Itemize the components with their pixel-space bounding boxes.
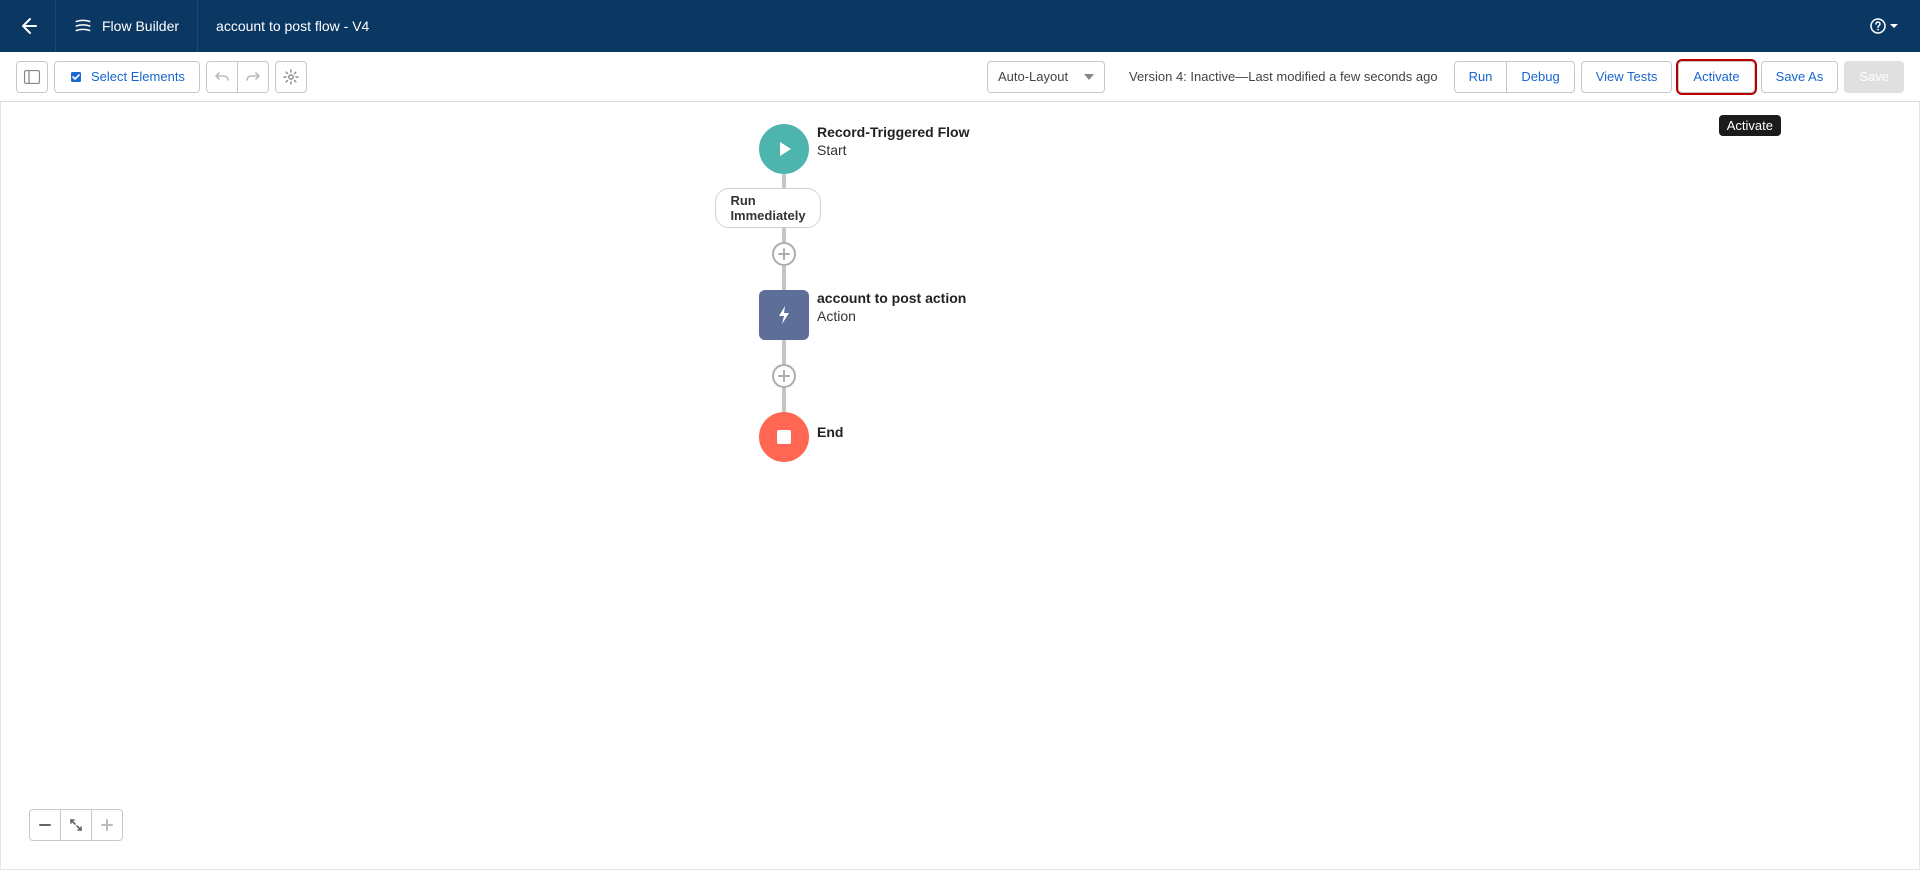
path-label-wrap: Run Immediately xyxy=(759,188,809,228)
undo-icon xyxy=(214,69,230,85)
connector xyxy=(782,340,786,364)
arrow-left-icon xyxy=(18,16,38,36)
action-node[interactable]: account to post action Action xyxy=(759,290,809,340)
layout-mode-value: Auto-Layout xyxy=(998,69,1068,84)
flow-version-status: Version 4: Inactive—Last modified a few … xyxy=(1129,69,1438,84)
connector xyxy=(782,388,786,412)
stop-icon xyxy=(777,430,791,444)
question-icon xyxy=(1870,18,1886,34)
add-element-button[interactable] xyxy=(772,242,796,266)
flow-canvas[interactable]: Activate Record-Triggered Flow Start Run… xyxy=(0,102,1920,870)
select-elements-label: Select Elements xyxy=(91,69,185,84)
zoom-out-button[interactable] xyxy=(29,809,61,841)
flow-builder-icon xyxy=(74,17,92,35)
redo-button[interactable] xyxy=(237,61,269,93)
start-node-label: Record-Triggered Flow Start xyxy=(817,124,969,158)
toggle-panel-button[interactable] xyxy=(16,61,48,93)
caret-down-icon xyxy=(1890,22,1898,30)
save-as-button[interactable]: Save As xyxy=(1761,61,1839,93)
zoom-controls xyxy=(29,809,123,841)
path-label-pill[interactable]: Run Immediately xyxy=(715,188,820,228)
connector xyxy=(782,228,786,242)
select-elements-button[interactable]: Select Elements xyxy=(54,61,200,93)
plus-icon xyxy=(100,818,114,832)
undo-button[interactable] xyxy=(206,61,238,93)
run-debug-group: Run Debug xyxy=(1454,61,1575,93)
app-brand: Flow Builder xyxy=(56,0,198,52)
view-tests-button[interactable]: View Tests xyxy=(1581,61,1673,93)
play-icon xyxy=(774,139,794,159)
flow-name-section: account to post flow - V4 xyxy=(198,0,387,52)
chevron-down-icon xyxy=(1084,74,1094,80)
redo-icon xyxy=(245,69,261,85)
save-button[interactable]: Save xyxy=(1844,61,1904,93)
end-node[interactable]: End xyxy=(759,412,809,462)
start-node-title: Record-Triggered Flow xyxy=(817,124,969,140)
zoom-in-button[interactable] xyxy=(91,809,123,841)
layout-mode-select[interactable]: Auto-Layout xyxy=(987,61,1105,93)
action-node-subtitle: Action xyxy=(817,308,966,324)
start-node-subtitle: Start xyxy=(817,142,969,158)
run-button[interactable]: Run xyxy=(1454,61,1508,93)
activate-button[interactable]: Activate xyxy=(1678,61,1754,93)
plus-icon xyxy=(777,369,791,383)
end-icon xyxy=(759,412,809,462)
start-node[interactable]: Record-Triggered Flow Start xyxy=(759,124,809,174)
action-node-title: account to post action xyxy=(817,290,966,306)
app-title: Flow Builder xyxy=(102,18,179,34)
help-menu[interactable] xyxy=(1848,18,1920,34)
add-element-button[interactable] xyxy=(772,364,796,388)
gear-icon xyxy=(283,69,299,85)
settings-button[interactable] xyxy=(275,61,307,93)
connector xyxy=(782,174,786,188)
connector xyxy=(782,266,786,290)
end-node-title: End xyxy=(817,424,843,440)
action-node-label: account to post action Action xyxy=(817,290,966,324)
zoom-fit-button[interactable] xyxy=(60,809,92,841)
minus-icon xyxy=(38,818,52,832)
cursor-selection-icon xyxy=(69,70,83,84)
global-header: Flow Builder account to post flow - V4 xyxy=(0,0,1920,52)
plus-icon xyxy=(777,247,791,261)
lightning-icon xyxy=(773,304,795,326)
panel-icon xyxy=(24,70,40,84)
undo-redo-group xyxy=(206,61,269,93)
action-icon xyxy=(759,290,809,340)
flow-name-label: account to post flow - V4 xyxy=(216,18,369,34)
builder-toolbar: Select Elements Auto-Layout Version 4: I… xyxy=(0,52,1920,102)
debug-button[interactable]: Debug xyxy=(1506,61,1574,93)
end-node-label: End xyxy=(817,424,843,440)
start-icon xyxy=(759,124,809,174)
fit-to-screen-icon xyxy=(69,818,83,832)
back-button[interactable] xyxy=(0,0,56,52)
activate-tooltip: Activate xyxy=(1719,115,1781,136)
flow-diagram: Record-Triggered Flow Start Run Immediat… xyxy=(759,124,809,462)
